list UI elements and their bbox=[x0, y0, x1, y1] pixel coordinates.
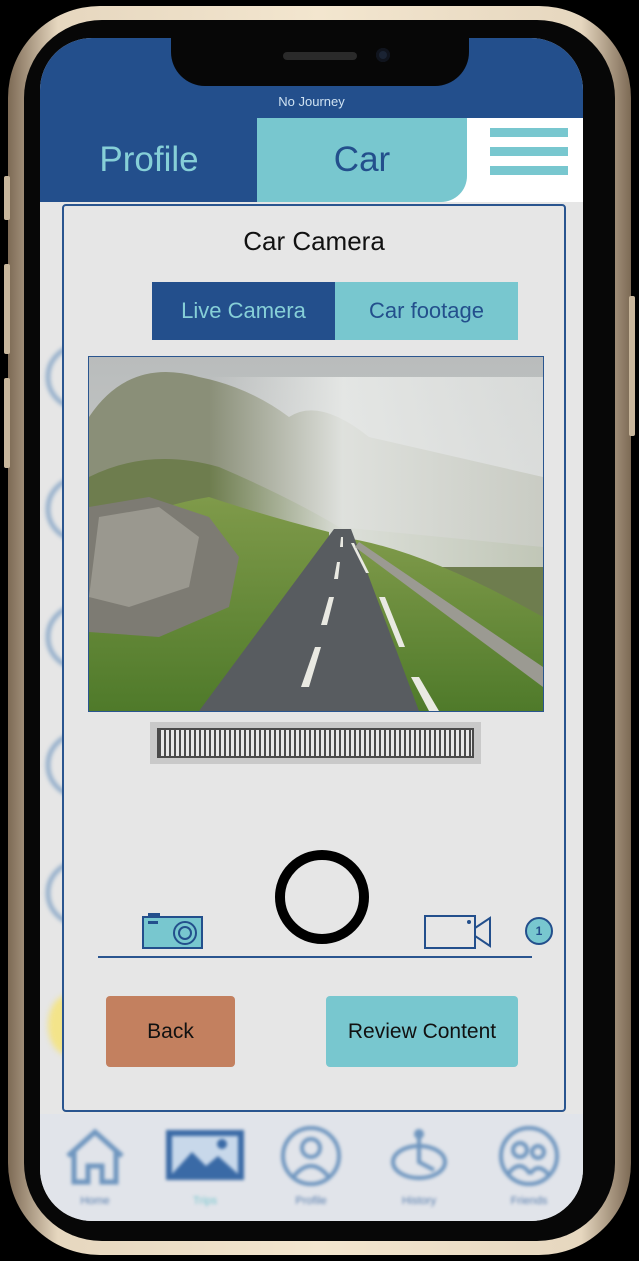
volume-down-button bbox=[4, 378, 10, 468]
earpiece-speaker bbox=[283, 52, 357, 60]
nav-label: Profile bbox=[295, 1195, 327, 1207]
history-icon bbox=[391, 1129, 447, 1180]
timeline-track[interactable] bbox=[157, 728, 474, 758]
power-button bbox=[629, 296, 635, 436]
capture-mode-divider bbox=[98, 956, 532, 958]
video-mode-button[interactable] bbox=[424, 914, 494, 955]
mute-switch bbox=[4, 176, 10, 220]
photo-mode-button[interactable] bbox=[142, 912, 204, 955]
capture-shutter-button[interactable] bbox=[275, 850, 369, 944]
camera-icon bbox=[142, 913, 203, 949]
segment-live-camera[interactable]: Live Camera bbox=[152, 282, 335, 340]
top-tab-bar: Profile Car bbox=[40, 118, 583, 202]
nav-history[interactable]: History bbox=[374, 1122, 464, 1207]
app-screen: No Journey Profile Car Home Trips Profil… bbox=[40, 38, 583, 1221]
nav-label: History bbox=[401, 1195, 437, 1207]
segment-car-footage[interactable]: Car footage bbox=[335, 282, 518, 340]
tab-car[interactable]: Car bbox=[257, 118, 467, 202]
bottom-navigation: Home Trips Profile History Friends bbox=[40, 1114, 583, 1221]
captured-count-badge: 1 bbox=[525, 917, 553, 945]
journey-status: No Journey bbox=[278, 94, 345, 109]
volume-up-button bbox=[4, 264, 10, 354]
car-camera-dialog: Car Camera Live Camera Car footage 1 Bac… bbox=[62, 204, 566, 1112]
live-camera-feed bbox=[88, 356, 544, 712]
nav-trips[interactable]: Trips bbox=[160, 1122, 250, 1207]
phone-notch bbox=[171, 38, 469, 86]
nav-label: Trips bbox=[192, 1195, 218, 1207]
road-landscape-image bbox=[89, 357, 543, 711]
nav-friends[interactable]: Friends bbox=[484, 1122, 574, 1207]
hamburger-menu-icon[interactable] bbox=[490, 128, 568, 178]
video-timeline-scrubber[interactable] bbox=[150, 722, 481, 764]
home-icon bbox=[66, 1128, 124, 1185]
video-camera-icon bbox=[424, 915, 491, 949]
friends-icon bbox=[499, 1126, 559, 1186]
image-icon bbox=[166, 1130, 244, 1180]
nav-label: Friends bbox=[510, 1195, 548, 1207]
profile-icon bbox=[281, 1126, 341, 1186]
dialog-title: Car Camera bbox=[243, 226, 385, 256]
back-button[interactable]: Back bbox=[106, 996, 235, 1067]
front-camera bbox=[376, 48, 390, 62]
nav-label: Home bbox=[80, 1195, 110, 1207]
nav-home[interactable]: Home bbox=[50, 1122, 140, 1207]
review-content-button[interactable]: Review Content bbox=[326, 996, 518, 1067]
nav-profile[interactable]: Profile bbox=[266, 1122, 356, 1207]
tab-profile[interactable]: Profile bbox=[40, 118, 258, 202]
